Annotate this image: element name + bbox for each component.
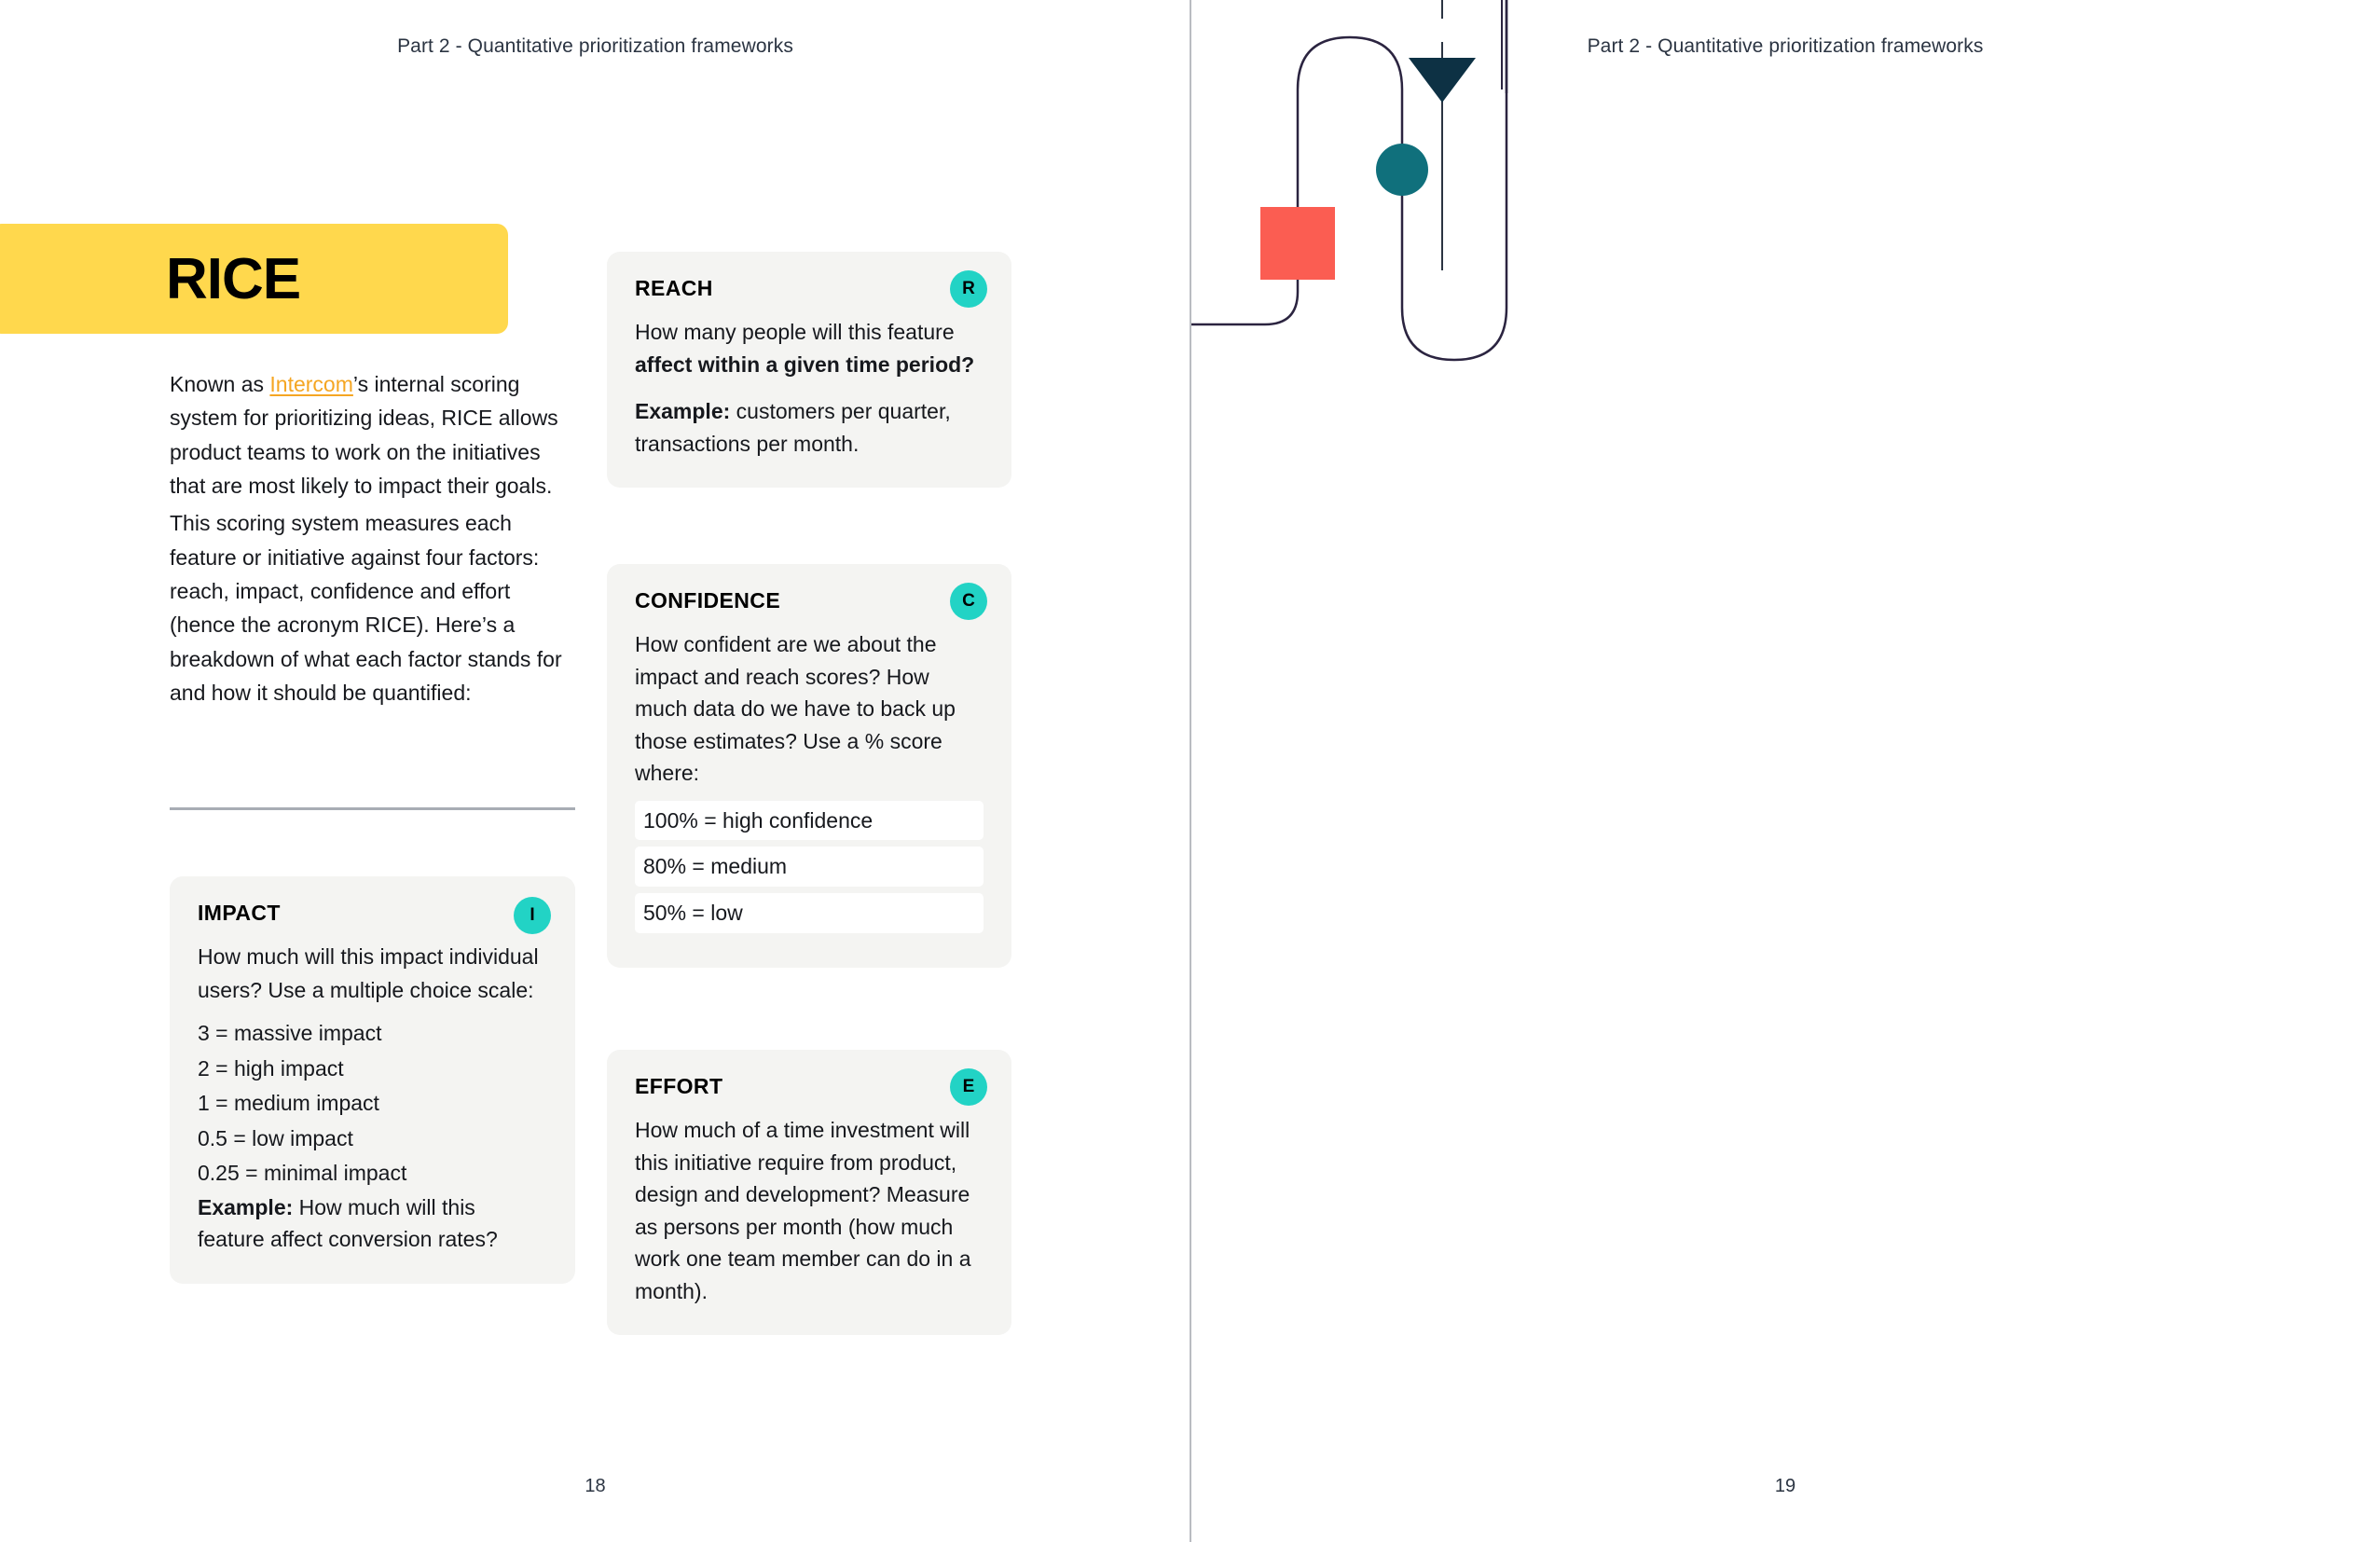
card-impact-example: Example: How much will this feature affe… — [198, 1191, 547, 1256]
intro-paragraph-1: Known as Intercom’s internal scoring sys… — [170, 367, 571, 503]
left-page: Part 2 - Quantitative prioritization fra… — [0, 0, 1190, 1542]
card-impact: IMPACT I How much will this impact indiv… — [170, 876, 575, 1284]
card-confidence: CONFIDENCE C How confident are we about … — [607, 564, 1011, 968]
card-confidence-body: How confident are we about the impact an… — [635, 632, 956, 785]
impact-example-label: Example: — [198, 1194, 294, 1219]
impact-scale-item: 2 = high impact — [198, 1055, 344, 1081]
card-effort: EFFORT E How much of a time investment w… — [607, 1050, 1011, 1335]
folio-left: 18 — [585, 1476, 606, 1496]
card-confidence-header: CONFIDENCE C — [635, 583, 987, 620]
reach-body-bold: affect within a given time period? — [635, 351, 975, 377]
card-impact-scale: 3 = massive impact 2 = high impact 1 = m… — [198, 1016, 547, 1191]
confidence-level-item: 100% = high confidence — [635, 800, 984, 841]
rice-banner-title: RICE — [166, 246, 301, 311]
confidence-levels: 100% = high confidence 80% = medium 50% … — [635, 800, 984, 933]
confidence-level-item: 80% = medium — [635, 847, 984, 887]
impact-scale-item: 0.5 = low impact — [198, 1125, 353, 1150]
reach-example-label: Example: — [635, 399, 731, 423]
effort-badge-icon: E — [950, 1068, 987, 1106]
section-divider — [170, 807, 575, 810]
intercom-link[interactable]: Intercom — [269, 372, 352, 396]
page-gutter-divider — [1190, 0, 1191, 1542]
left-intro-column: Known as Intercom’s internal scoring sys… — [170, 367, 571, 713]
card-effort-body: How much of a time investment will this … — [635, 1118, 971, 1303]
impact-badge-icon: I — [514, 897, 551, 934]
intro-paragraph-2: This scoring system measures each featur… — [170, 511, 562, 705]
impact-scale-item: 1 = medium impact — [198, 1091, 379, 1116]
confidence-level-item: 50% = low — [635, 893, 984, 933]
card-impact-title: IMPACT — [198, 901, 281, 925]
card-confidence-title: CONFIDENCE — [635, 588, 781, 613]
rice-banner: RICE — [0, 224, 508, 334]
card-effort-header: EFFORT E — [635, 1068, 987, 1106]
confidence-badge-icon: C — [950, 583, 987, 620]
card-impact-body: How much will this impact individual use… — [198, 944, 539, 1002]
impact-scale-item: 0.25 = minimal impact — [198, 1161, 407, 1186]
triangle-marker-graphic — [1409, 0, 1476, 270]
card-reach-example: Example: customers per quarter, transact… — [635, 395, 984, 460]
right-page: Part 2 - Quantitative prioritization fra… — [1190, 0, 2380, 1542]
card-reach-header: REACH R — [635, 270, 987, 308]
card-reach-body: How many people will this feature affect… — [635, 316, 984, 380]
down-triangle-icon — [1409, 58, 1476, 103]
book-spread: Part 2 - Quantitative prioritization fra… — [0, 0, 2380, 1542]
card-reach-title: REACH — [635, 276, 713, 300]
running-head-left: Part 2 - Quantitative prioritization fra… — [397, 35, 793, 57]
card-effort-title: EFFORT — [635, 1074, 723, 1098]
reach-body-normal: How many people will this feature — [635, 320, 955, 344]
folio-right: 19 — [1774, 1476, 1796, 1496]
intro-p1-pre: Known as — [170, 372, 270, 396]
card-reach: REACH R How many people will this featur… — [607, 252, 1011, 488]
impact-scale-item: 3 = massive impact — [198, 1021, 382, 1046]
card-impact-header: IMPACT I — [198, 897, 551, 934]
reach-badge-icon: R — [950, 270, 987, 308]
